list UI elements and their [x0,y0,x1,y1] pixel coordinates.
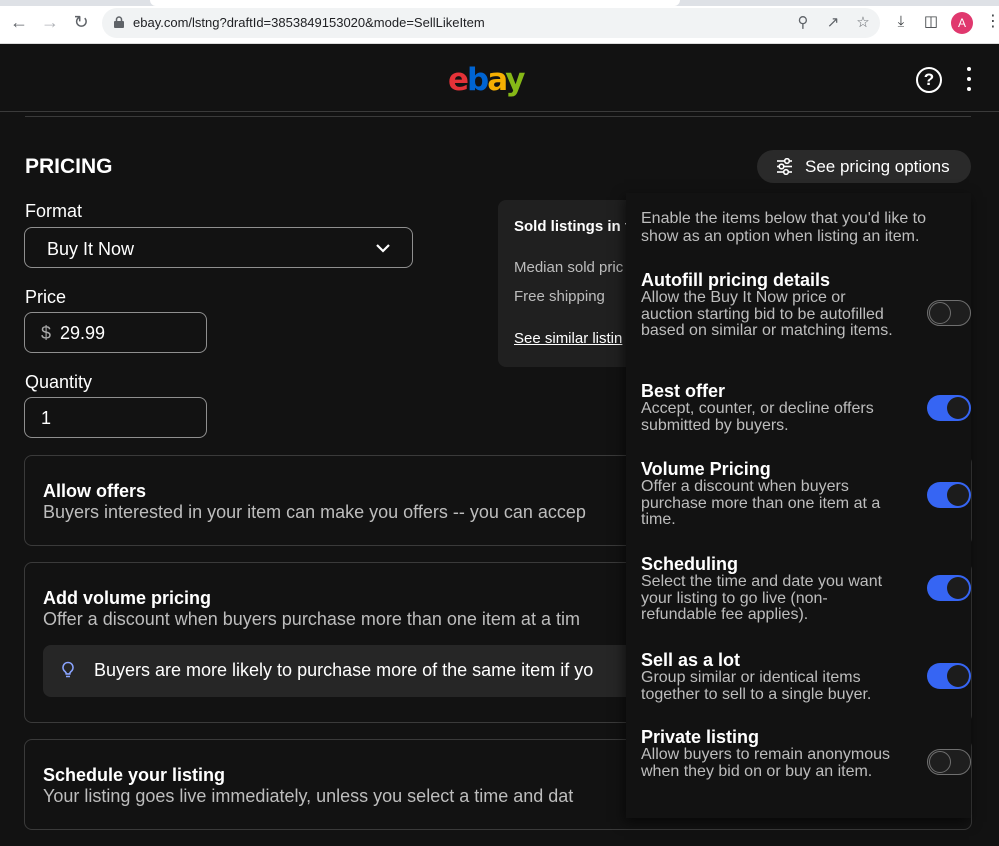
sliders-icon [777,158,792,175]
lock-icon [114,16,124,28]
currency-symbol: $ [41,323,52,343]
allow-offers-desc: Buyers interested in your item can make … [43,502,586,522]
sold-listings-panel: Sold listings in t Median sold pric Free… [498,200,638,367]
option-desc: Group similar or identical items togethe… [641,669,872,703]
autofill-pricing-toggle[interactable] [927,300,971,326]
volume-pricing-tip-text: Buyers are more likely to purchase more … [94,660,594,680]
toggle-knob [947,484,969,506]
option-title: Volume Pricing [641,459,771,479]
volume-pricing-toggle[interactable] [927,482,971,508]
toggle-knob [929,750,951,773]
section-title: PRICING [25,155,113,178]
option-desc: Offer a discount when buyers purchase mo… [641,478,881,528]
option-desc: Allow buyers to remain anonymous when th… [641,746,891,780]
price-label: Price [25,287,67,307]
share-icon[interactable]: ↗ [824,14,842,32]
allow-offers-title: Allow offers [43,481,147,501]
option-autofill-pricing: Autofill pricing details Allow the Buy I… [641,270,971,340]
sold-listings-title: Sold listings in t [514,218,630,235]
more-options-icon[interactable] [962,64,976,94]
toggle-knob [947,397,969,419]
option-private-listing: Private listing Allow buyers to remain a… [641,727,971,780]
site-header: ebay ? [0,44,999,112]
price-value: 29.99 [60,323,106,343]
option-sell-as-lot: Sell as a lot Group similar or identical… [641,650,971,703]
quantity-input[interactable]: 1 [24,397,207,438]
volume-pricing-title: Add volume pricing [43,588,212,608]
option-title: Private listing [641,727,760,747]
divider [25,116,971,117]
see-pricing-options-button[interactable]: See pricing options [757,150,971,183]
format-label: Format [25,201,83,221]
quantity-label: Quantity [25,372,93,392]
browser-menu-icon[interactable]: ⋮ [985,12,999,32]
format-value: Buy It Now [47,239,135,259]
toggle-knob [947,577,969,599]
schedule-listing-title: Schedule your listing [43,765,226,785]
zoom-icon[interactable]: ⚲ [794,14,812,32]
browser-toolbar: ← → ↻ ebay.com/lstng?draftId=38538491530… [0,0,999,44]
lightbulb-icon [62,661,74,678]
option-volume-pricing: Volume Pricing Offer a discount when buy… [641,459,971,529]
option-title: Scheduling [641,554,739,574]
median-sold-price: Median sold pric [514,259,624,276]
address-bar[interactable]: ebay.com/lstng?draftId=3853849153020&mod… [102,8,880,38]
option-desc: Allow the Buy It Now price or auction st… [641,289,893,339]
volume-pricing-desc: Offer a discount when buyers purchase mo… [43,609,580,629]
see-pricing-options-label: See pricing options [805,157,950,176]
forward-icon[interactable]: → [40,12,60,32]
see-similar-listings-link[interactable]: See similar listin [514,330,622,347]
option-desc: Select the time and date you want your l… [641,573,883,623]
scheduling-toggle[interactable] [927,575,971,601]
toggle-knob [929,301,951,324]
download-icon[interactable]: ⤓ [892,13,910,31]
pricing-options-panel: Enable the items below that you'd like t… [626,193,971,818]
private-listing-toggle[interactable] [927,749,971,775]
option-desc: Accept, counter, or decline offers submi… [641,400,874,434]
profile-avatar[interactable]: A [951,12,973,34]
option-title: Best offer [641,381,726,401]
option-scheduling: Scheduling Select the time and date you … [641,554,971,624]
schedule-listing-desc: Your listing goes live immediately, unle… [43,786,574,806]
toggle-knob [947,665,969,687]
active-tab[interactable] [150,0,680,6]
help-icon[interactable]: ? [916,67,942,93]
option-title: Autofill pricing details [641,270,831,290]
option-title: Sell as a lot [641,650,741,670]
reload-icon[interactable]: ↻ [71,12,91,32]
chevron-down-icon [376,244,390,253]
url-text: ebay.com/lstng?draftId=3853849153020&mod… [133,15,485,30]
star-icon[interactable]: ☆ [854,14,872,32]
quantity-value: 1 [41,408,52,428]
format-select[interactable]: Buy It Now [24,227,413,268]
option-best-offer: Best offer Accept, counter, or decline o… [641,381,971,434]
back-icon[interactable]: ← [9,12,29,32]
price-input[interactable]: $ 29.99 [24,312,207,353]
best-offer-toggle[interactable] [927,395,971,421]
sidepanel-icon[interactable]: ◫ [922,13,940,31]
free-shipping-text: Free shipping [514,288,605,305]
sell-as-lot-toggle[interactable] [927,663,971,689]
volume-pricing-tip: Buyers are more likely to purchase more … [43,645,643,697]
pricing-options-intro: Enable the items below that you'd like t… [641,210,926,245]
ebay-logo[interactable]: ebay [448,62,525,98]
tab-strip [0,0,999,6]
